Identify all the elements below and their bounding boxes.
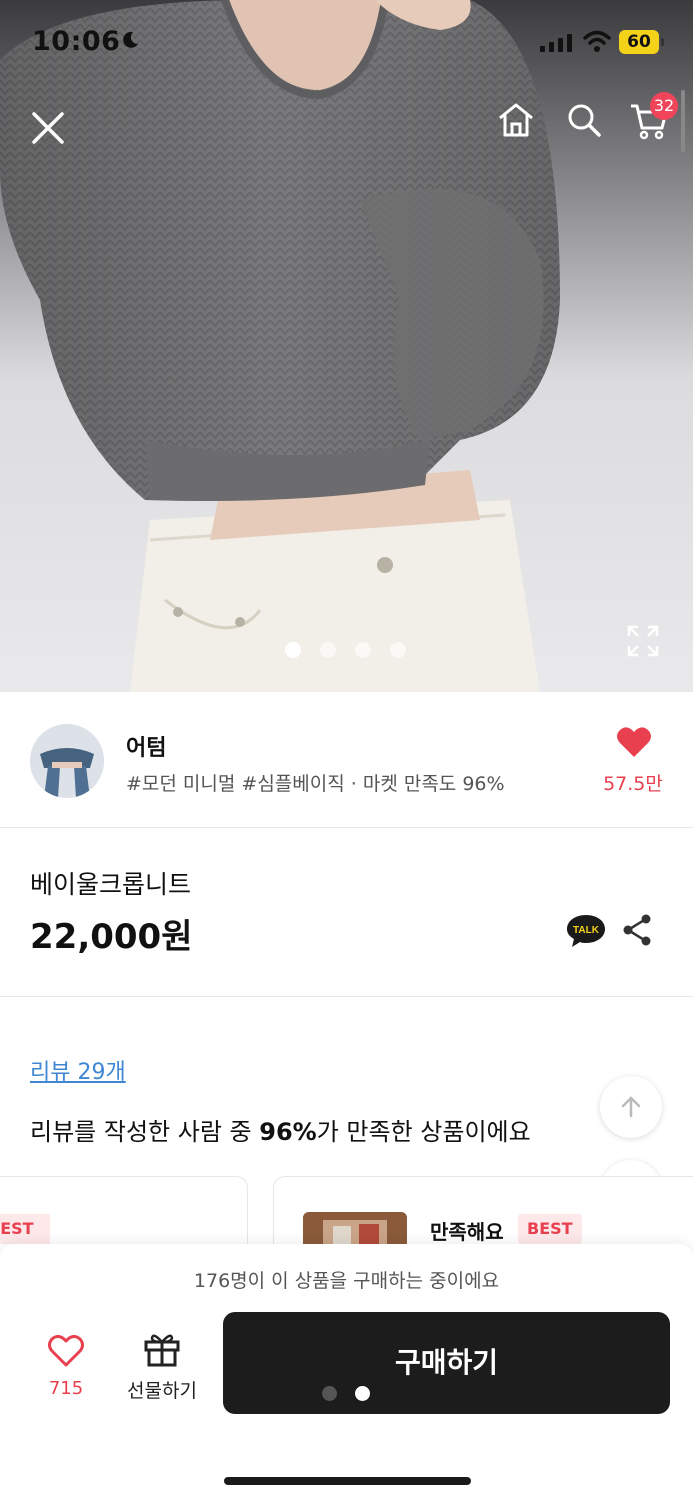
- shop-avatar[interactable]: [30, 724, 104, 798]
- moon-icon: [123, 31, 138, 48]
- status-bar: 10:06 60: [0, 26, 693, 60]
- battery-level: 60: [619, 30, 659, 54]
- review-summary-suffix: 가 만족한 상품이에요: [316, 1118, 531, 1146]
- shop-like-count: 57.5만: [603, 773, 663, 795]
- product-image-gallery[interactable]: 10:06 60 32: [0, 0, 693, 692]
- review-summary-prefix: 리뷰를 작성한 사람 중: [30, 1118, 260, 1146]
- home-icon[interactable]: [496, 100, 536, 140]
- product-info: 베이울크롭니트 22,000원 TALK: [0, 829, 693, 997]
- scrollbar-thumb[interactable]: [681, 90, 685, 152]
- signal-icon: [540, 34, 572, 52]
- search-icon[interactable]: [564, 100, 604, 140]
- gallery-dot[interactable]: [355, 642, 371, 658]
- gallery-dot[interactable]: [285, 642, 301, 658]
- buy-dot: [355, 1386, 370, 1401]
- buying-now-note: 176명이 이 상품을 구매하는 중이에요: [193, 1270, 500, 1292]
- product-name: 베이울크롭니트: [30, 870, 192, 899]
- close-icon[interactable]: [28, 108, 68, 148]
- wifi-icon: [583, 30, 611, 52]
- shop-info[interactable]: 어텀 #모던 미니멀 #심플베이직 · 마켓 만족도 96% 57.5만: [0, 692, 693, 828]
- battery-tip: [661, 38, 664, 46]
- wish-count: 715: [48, 1378, 84, 1399]
- buy-dot: [322, 1386, 337, 1401]
- shop-name[interactable]: 어텀: [126, 730, 166, 762]
- gift-icon[interactable]: [143, 1330, 181, 1368]
- cart-count-badge: 32: [650, 92, 678, 120]
- gallery-pagination: [285, 642, 406, 658]
- review-count-link[interactable]: 리뷰 29개: [30, 1054, 126, 1086]
- buy-pagination: [322, 1386, 370, 1401]
- share-icon[interactable]: [622, 913, 652, 947]
- arrow-up-icon: [621, 1096, 641, 1118]
- best-badge: BEST: [518, 1214, 582, 1244]
- product-price: 22,000원: [30, 917, 193, 957]
- expand-icon[interactable]: [626, 624, 660, 658]
- review-summary: 리뷰를 작성한 사람 중 96%가 만족한 상품이에요: [30, 1112, 531, 1147]
- talk-icon[interactable]: TALK: [566, 913, 606, 949]
- buy-button[interactable]: 구매하기: [223, 1312, 670, 1414]
- gallery-dot[interactable]: [390, 642, 406, 658]
- shop-avatar-image: [30, 724, 104, 798]
- best-badge: BEST: [0, 1214, 50, 1244]
- shop-tags: #모던 미니멀 #심플베이직 · 마켓 만족도 96%: [126, 773, 505, 795]
- status-time: 10:06: [32, 26, 121, 57]
- heart-icon[interactable]: [616, 726, 652, 758]
- gallery-dot[interactable]: [320, 642, 336, 658]
- scroll-up-button[interactable]: [600, 1076, 662, 1138]
- talk-label: TALK: [573, 925, 600, 936]
- gift-button[interactable]: 선물하기: [120, 1376, 204, 1403]
- review-satisfaction-percent: 96%: [259, 1118, 317, 1146]
- home-indicator[interactable]: [224, 1477, 471, 1485]
- review-title: 만족해요: [430, 1220, 504, 1244]
- heart-icon[interactable]: [47, 1334, 85, 1368]
